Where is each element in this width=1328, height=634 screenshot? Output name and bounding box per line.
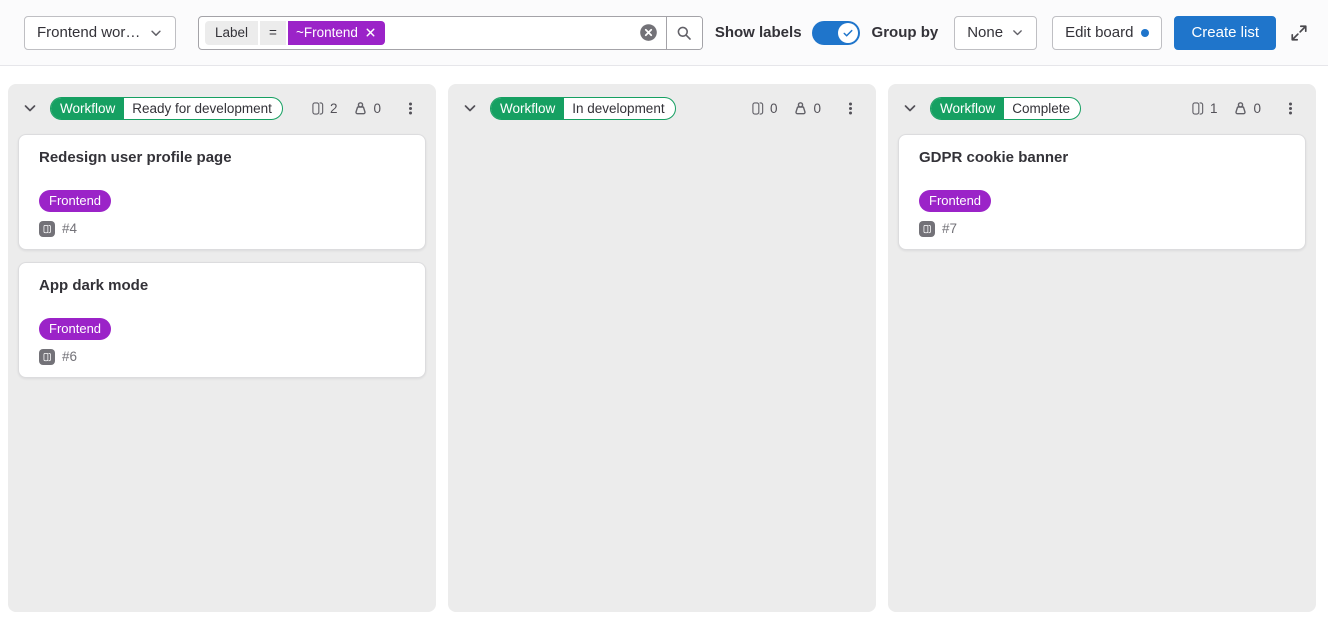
group-by-dropdown[interactable]: None <box>954 16 1037 50</box>
card-footer: #4 <box>39 221 405 237</box>
filter-token-operator[interactable]: = <box>260 21 286 45</box>
label-chip[interactable]: Frontend <box>39 190 111 212</box>
weight-count: 0 <box>353 101 381 116</box>
board-switcher-dropdown[interactable]: Frontend workfl... <box>24 16 176 50</box>
board-list-complete: Workflow Complete 1 0 GDPR cookie banner… <box>888 84 1316 612</box>
issue-count: 0 <box>750 101 778 116</box>
card-footer: #6 <box>39 349 405 365</box>
issues-icon <box>750 101 765 116</box>
group-by-label: Group by <box>872 24 939 41</box>
issue-type-icon <box>39 349 55 365</box>
chevron-down-icon <box>149 26 163 40</box>
filter-token-value[interactable]: ~Frontend <box>288 21 385 45</box>
notification-dot <box>1141 29 1149 37</box>
board-list-header: Workflow Complete 1 0 <box>888 84 1316 128</box>
card-title: App dark mode <box>39 277 405 296</box>
list-label-name: Complete <box>1004 98 1080 119</box>
collapse-list-button[interactable] <box>18 96 42 120</box>
issue-reference[interactable]: #7 <box>942 221 957 236</box>
close-icon[interactable] <box>364 26 377 39</box>
chevron-down-icon <box>22 100 38 116</box>
issues-icon <box>1190 101 1205 116</box>
issue-count: 2 <box>310 101 338 116</box>
filter-token-value-label: ~Frontend <box>296 25 358 40</box>
issue-board: Workflow Ready for development 2 0 Redes… <box>0 66 1328 612</box>
card-footer: #7 <box>919 221 1285 237</box>
issue-type-icon <box>919 221 935 237</box>
weight-count-value: 0 <box>1253 101 1261 116</box>
list-label-scope: Workflow <box>931 98 1004 119</box>
board-switcher-label: Frontend workfl... <box>37 24 141 41</box>
board-list-header: Workflow Ready for development 2 0 <box>8 84 436 128</box>
show-labels-label: Show labels <box>715 24 802 41</box>
weight-icon <box>1233 101 1248 116</box>
card-area <box>448 128 876 612</box>
toggle-knob <box>838 23 858 43</box>
create-list-button[interactable]: Create list <box>1174 16 1276 50</box>
clear-icon <box>639 23 658 42</box>
ellipsis-icon <box>1283 101 1298 116</box>
filter-token-field[interactable]: Label <box>205 21 258 45</box>
weight-count: 0 <box>793 101 821 116</box>
issue-card[interactable]: GDPR cookie banner Frontend #7 <box>898 134 1306 250</box>
weight-icon <box>353 101 368 116</box>
search-icon <box>676 25 692 41</box>
list-settings-button[interactable] <box>399 97 422 120</box>
ellipsis-icon <box>843 101 858 116</box>
collapse-list-button[interactable] <box>898 96 922 120</box>
card-area: Redesign user profile page Frontend #4 A… <box>8 128 436 612</box>
ellipsis-icon <box>403 101 418 116</box>
list-settings-button[interactable] <box>839 97 862 120</box>
card-title: Redesign user profile page <box>39 149 405 168</box>
search-button[interactable] <box>666 17 702 49</box>
issue-count: 1 <box>1190 101 1218 116</box>
chevron-down-icon <box>902 100 918 116</box>
edit-board-button[interactable]: Edit board <box>1052 16 1162 50</box>
chevron-down-icon <box>462 100 478 116</box>
label-chip[interactable]: Frontend <box>39 318 111 340</box>
chevron-down-icon <box>1011 26 1024 39</box>
board-list-in-development: Workflow In development 0 0 <box>448 84 876 612</box>
weight-count: 0 <box>1233 101 1261 116</box>
expand-board-button[interactable] <box>1286 20 1312 46</box>
card-area: GDPR cookie banner Frontend #7 <box>888 128 1316 612</box>
clear-search-button[interactable] <box>632 17 666 49</box>
list-label-scope: Workflow <box>491 98 564 119</box>
list-settings-button[interactable] <box>1279 97 1302 120</box>
filter-token: Label = ~Frontend <box>199 17 632 49</box>
issue-count-value: 0 <box>770 101 778 116</box>
list-label-name: In development <box>564 98 674 119</box>
collapse-list-button[interactable] <box>458 96 482 120</box>
board-list-ready-for-development: Workflow Ready for development 2 0 Redes… <box>8 84 436 612</box>
issues-icon <box>310 101 325 116</box>
group-by-value: None <box>967 24 1003 41</box>
board-list-header: Workflow In development 0 0 <box>448 84 876 128</box>
issue-count-value: 2 <box>330 101 338 116</box>
label-chip[interactable]: Frontend <box>919 190 991 212</box>
issue-count-value: 1 <box>1210 101 1218 116</box>
weight-count-value: 0 <box>813 101 821 116</box>
card-title: GDPR cookie banner <box>919 149 1285 168</box>
filtered-search-bar[interactable]: Label = ~Frontend <box>198 16 703 50</box>
list-scoped-label: Workflow Complete <box>930 97 1081 120</box>
edit-board-label: Edit board <box>1065 24 1133 41</box>
issue-reference[interactable]: #4 <box>62 221 77 236</box>
board-toolbar: Frontend workfl... Label = ~Frontend Sho… <box>0 0 1328 66</box>
list-label-scope: Workflow <box>51 98 124 119</box>
weight-count-value: 0 <box>373 101 381 116</box>
list-scoped-label: Workflow Ready for development <box>50 97 283 120</box>
issue-type-icon <box>39 221 55 237</box>
create-list-label: Create list <box>1191 24 1259 41</box>
check-icon <box>842 27 854 39</box>
expand-icon <box>1290 24 1308 42</box>
issue-reference[interactable]: #6 <box>62 349 77 364</box>
issue-card[interactable]: Redesign user profile page Frontend #4 <box>18 134 426 250</box>
weight-icon <box>793 101 808 116</box>
list-scoped-label: Workflow In development <box>490 97 676 120</box>
list-label-name: Ready for development <box>124 98 282 119</box>
issue-card[interactable]: App dark mode Frontend #6 <box>18 262 426 378</box>
show-labels-toggle[interactable] <box>812 21 860 45</box>
